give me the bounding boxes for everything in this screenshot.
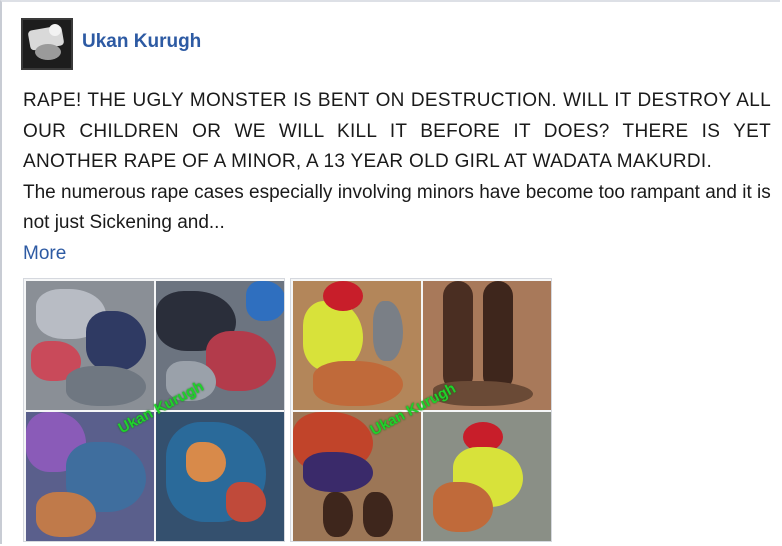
post-text: RAPE! THE UGLY MONSTER IS BENT ON DESTRU…: [23, 86, 771, 269]
more-link[interactable]: More: [23, 239, 66, 270]
post-photo-1[interactable]: Ukan Kurugh: [23, 278, 285, 542]
photo-2-cell-1: [293, 281, 421, 410]
post-text-body: The numerous rape cases especially invol…: [23, 181, 771, 234]
photo-2-cell-4: [423, 412, 551, 541]
photo-1-cell-4: [156, 412, 284, 541]
author-name[interactable]: Ukan Kurugh: [82, 31, 201, 53]
avatar[interactable]: [21, 18, 73, 70]
post-text-caps: RAPE! THE UGLY MONSTER IS BENT ON DESTRU…: [23, 90, 771, 172]
photo-1-cell-1: [26, 281, 154, 410]
post-card: Ukan Kurugh RAPE! THE UGLY MONSTER IS BE…: [0, 0, 780, 544]
photo-2-cell-3: [293, 412, 421, 541]
post-photo-2[interactable]: Ukan Kurugh: [290, 278, 552, 542]
post-header: Ukan Kurugh: [21, 17, 201, 71]
photo-1-cell-3: [26, 412, 154, 541]
